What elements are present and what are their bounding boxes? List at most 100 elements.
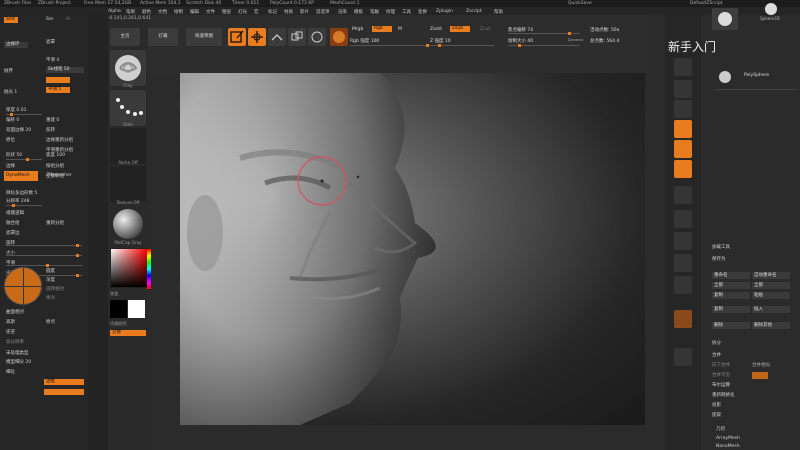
tab-ai[interactable]: Ai xyxy=(66,17,70,23)
edit-tool-button[interactable] xyxy=(228,28,246,46)
tool-thumbnail-active[interactable] xyxy=(712,8,738,30)
menu-item[interactable]: 文件 xyxy=(206,9,215,15)
gaussian-label[interactable]: 高斯 xyxy=(6,319,15,325)
depth-label[interactable]: 深度 xyxy=(46,277,55,283)
extra-button[interactable] xyxy=(44,389,84,395)
menu-item[interactable]: 标记 xyxy=(268,9,277,15)
geometry-label[interactable]: 几何 xyxy=(716,426,725,432)
local-button[interactable] xyxy=(674,160,692,178)
rotate-relative-label[interactable]: 旋转相对 xyxy=(46,286,64,292)
merge-similar-label[interactable]: 合并相似 xyxy=(752,362,770,368)
stroke-thumbnail[interactable] xyxy=(110,90,146,126)
rgb-intensity-track[interactable] xyxy=(350,44,430,47)
menu-item[interactable]: 变换 xyxy=(418,9,427,15)
extract-label[interactable]: 提取 xyxy=(712,412,721,418)
dynamic-toggle[interactable]: Dynamic xyxy=(568,38,583,42)
merge-visible-toggle[interactable] xyxy=(752,372,768,379)
subtool-row[interactable]: PolySphere xyxy=(716,68,798,90)
gradient-label[interactable]: 渐变 xyxy=(110,291,146,297)
menu-item[interactable]: 模板 xyxy=(354,9,363,15)
brush-thumbnail[interactable] xyxy=(110,50,146,86)
border-button[interactable]: 边框 xyxy=(44,379,84,385)
persp-button[interactable] xyxy=(674,120,692,138)
fuse-group-label[interactable]: 融合组 xyxy=(6,220,20,226)
edge-regroup-label[interactable]: 边缘重新分组 xyxy=(46,137,73,143)
menu-item[interactable]: 文档 xyxy=(158,9,167,15)
menu-item[interactable]: Zplugin xyxy=(436,9,453,14)
menu-item[interactable]: 图层 xyxy=(222,9,231,15)
invert-label[interactable]: 反转 xyxy=(46,127,55,133)
menu-item[interactable]: Zscript xyxy=(466,9,482,14)
transp-button[interactable] xyxy=(674,348,692,366)
scale-tool-button[interactable] xyxy=(288,28,306,46)
roundness-slider[interactable]: 圆度 xyxy=(46,268,55,274)
focal-shift-track[interactable] xyxy=(508,32,580,35)
shape-slider[interactable]: 形状 50 xyxy=(6,152,22,158)
thickness-track[interactable] xyxy=(6,113,42,116)
alpha-thumbnail[interactable] xyxy=(110,128,146,164)
split-label[interactable]: 拆分 xyxy=(712,340,721,346)
material-brush-button[interactable] xyxy=(330,28,348,46)
polyf-button[interactable] xyxy=(674,310,692,328)
origin-label[interactable]: 原点 xyxy=(46,319,55,325)
menu-item[interactable]: 纹理 xyxy=(386,9,395,15)
orientation-gizmo[interactable] xyxy=(4,267,43,306)
absolute-label[interactable]: 绝对 xyxy=(46,295,55,301)
rotate-tool-button[interactable] xyxy=(308,28,326,46)
tab-smt[interactable]: Smt xyxy=(4,17,18,23)
switch-color-label[interactable]: 切换颜色 xyxy=(110,321,146,327)
menu-item[interactable]: Alpha xyxy=(108,9,121,14)
color-picker[interactable] xyxy=(110,248,151,289)
draw-size-track[interactable] xyxy=(508,44,580,47)
menu-item[interactable]: 帮助 xyxy=(494,9,503,15)
curvature-slider[interactable]: 弧度 100 xyxy=(46,152,65,158)
merge-visible-label[interactable]: 合并可见 xyxy=(712,372,730,378)
shape-track[interactable] xyxy=(6,158,42,161)
menu-item[interactable]: 笔刷 xyxy=(126,9,135,15)
floor-button[interactable] xyxy=(674,140,692,158)
lightbox-button[interactable]: 灯箱 xyxy=(148,28,178,46)
m-button[interactable]: M xyxy=(398,27,402,32)
quicksketch-button[interactable]: 快速草图 xyxy=(186,28,222,46)
in-place-label[interactable]: 原位 xyxy=(6,137,15,143)
list-all-label[interactable]: 加载工具 xyxy=(712,244,730,250)
reverse-label[interactable]: 逆逆 xyxy=(6,329,15,335)
group-by-label[interactable]: 按组分组 xyxy=(46,163,64,169)
remesh-label[interactable]: 重新网格化 xyxy=(712,392,735,398)
all-low-button[interactable]: 全部 xyxy=(712,282,750,289)
menu-item[interactable]: 渲染 xyxy=(338,9,347,15)
move-tool-button[interactable] xyxy=(268,28,286,46)
duplicate-button[interactable]: 复制 xyxy=(712,306,750,313)
regroup-label[interactable]: 重新分组 xyxy=(46,220,64,226)
home-button[interactable]: 主页 xyxy=(110,28,140,46)
size-track[interactable] xyxy=(6,254,82,257)
alternate-button[interactable]: 交替 xyxy=(110,330,146,336)
quicksave-button[interactable]: QuickSave xyxy=(568,1,592,6)
all-high-button[interactable]: 全部 xyxy=(752,282,790,289)
delete-other-button[interactable]: 删除其他 xyxy=(752,322,790,329)
move-view-button[interactable] xyxy=(674,232,692,250)
default-zscript[interactable]: DefaultZScript xyxy=(690,1,723,6)
list-all-label-2[interactable]: 保存为 xyxy=(712,256,726,262)
rotate-view-button[interactable] xyxy=(674,276,692,294)
project-label[interactable]: 投影 xyxy=(712,402,721,408)
active-toggle[interactable] xyxy=(46,77,70,83)
sk-thread-slider[interactable]: Sk线程 50 xyxy=(46,67,84,73)
hires-label[interactable]: 高分辨率 xyxy=(6,339,24,345)
menu-item[interactable]: 影片 xyxy=(300,9,309,15)
resolution-track[interactable] xyxy=(6,204,42,207)
xyz-button[interactable] xyxy=(674,186,692,204)
texture-thumbnail[interactable] xyxy=(110,166,146,202)
z-intensity-track[interactable] xyxy=(430,44,494,47)
menu-item[interactable]: 宏 xyxy=(254,9,259,15)
paste-button[interactable]: 粘贴 xyxy=(752,292,790,299)
rgb-button[interactable]: Rgb xyxy=(372,26,392,32)
mrgb-button[interactable]: Mrgb xyxy=(352,27,363,32)
zsub-button[interactable]: Zsub xyxy=(450,26,470,32)
rgb-intensity-slider[interactable]: Rgb 强度 100 xyxy=(350,38,379,44)
menu-item[interactable]: 笔触 xyxy=(370,9,379,15)
menu-item[interactable]: 绘制 xyxy=(174,9,183,15)
frame-button[interactable] xyxy=(674,210,692,228)
rotate-track[interactable] xyxy=(6,244,82,247)
menu-item[interactable]: 颜色 xyxy=(142,9,151,15)
